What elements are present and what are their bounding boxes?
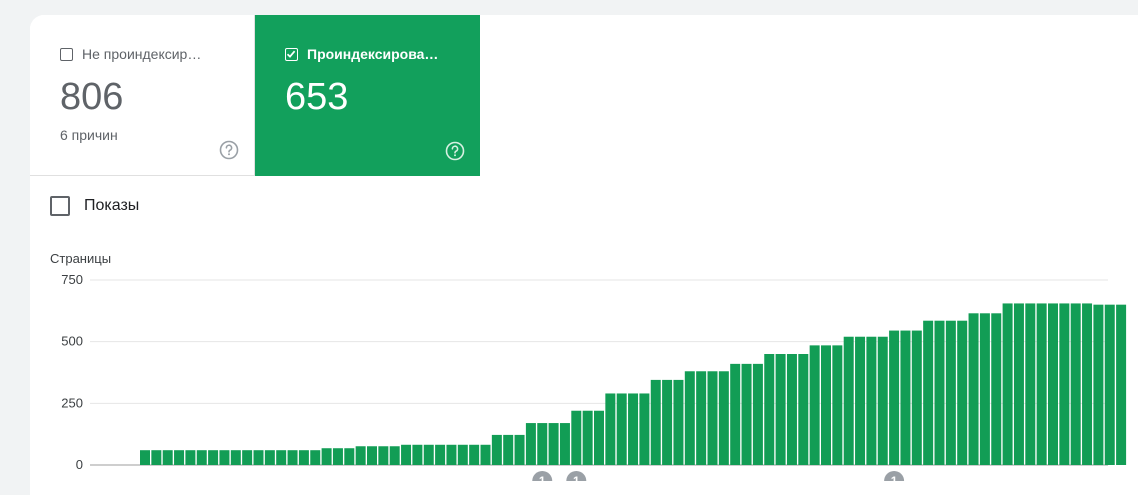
bar [741,363,752,465]
bar [174,450,185,465]
bar [1025,303,1036,465]
bar [798,354,809,465]
bar [582,410,593,465]
bar [196,450,207,465]
bar [775,354,786,465]
bar [1116,304,1127,465]
bar [650,379,661,465]
bar [764,354,775,465]
bar [367,446,377,465]
bar [866,336,877,465]
bar [525,423,536,465]
bar [616,393,627,465]
bar [423,444,434,465]
y-tick-label: 750 [61,272,83,287]
bar [832,345,843,465]
bar [264,450,275,465]
bar [628,393,639,465]
bar [911,330,922,465]
bar [457,444,468,465]
bar [230,450,241,465]
bar [639,393,650,465]
bar [1036,303,1047,465]
bar [1002,303,1013,465]
bar [412,444,423,465]
bar [344,448,355,465]
bar [389,446,400,465]
bar [662,379,673,465]
y-tick-label: 0 [76,457,83,472]
bar [1082,303,1093,465]
bar [821,345,831,465]
annotation-label: 1 [573,474,580,481]
bar [809,345,820,465]
bar [253,450,264,465]
bar [469,444,480,465]
bar [185,450,196,465]
bar [1059,303,1070,465]
bar [151,450,162,465]
bar [934,320,945,465]
bar [446,444,457,465]
bar [276,450,287,465]
bar [559,423,570,465]
bar [877,336,888,465]
bar [378,446,389,465]
bar [923,320,934,465]
annotation-label: 1 [539,474,546,481]
bar [548,423,559,465]
bar [537,423,548,465]
bar [162,450,173,465]
bar [401,444,412,465]
bar [1048,303,1058,465]
y-tick-label: 500 [61,334,83,349]
bar [332,448,343,465]
bar [900,330,911,465]
bar [786,354,797,465]
bar [1013,303,1024,465]
bar-chart: 0 250 500 750 1 1 1 [61,272,1127,481]
bar [1070,303,1081,465]
bar [752,363,763,465]
bar [491,434,502,465]
bar [208,450,219,465]
bar [140,450,150,465]
bar [707,371,718,465]
bar [889,330,900,465]
bar [321,448,332,465]
bar [843,336,854,465]
bar [696,371,707,465]
bar [287,450,298,465]
bar [730,363,741,465]
bar [1104,304,1115,465]
bar [684,371,695,465]
bar [991,313,1002,465]
report-card: Не проиндексир… 806 6 причин Проиндексир… [30,15,1138,495]
bar [355,446,366,465]
bar [310,450,321,465]
bar [514,434,525,465]
bar [718,371,729,465]
bar [435,444,446,465]
bar [957,320,968,465]
bar [968,313,979,465]
bar [855,336,866,465]
y-tick-label: 250 [61,395,83,410]
bar [503,434,514,465]
bar [945,320,956,465]
bar [242,450,253,465]
annotation-label: 1 [891,474,898,481]
bar [605,393,616,465]
bar [1093,304,1104,465]
bar [571,410,582,465]
bar [480,444,491,465]
bar [594,410,604,465]
bar [219,450,230,465]
bar [979,313,990,465]
bar [673,379,684,465]
bar [298,450,309,465]
